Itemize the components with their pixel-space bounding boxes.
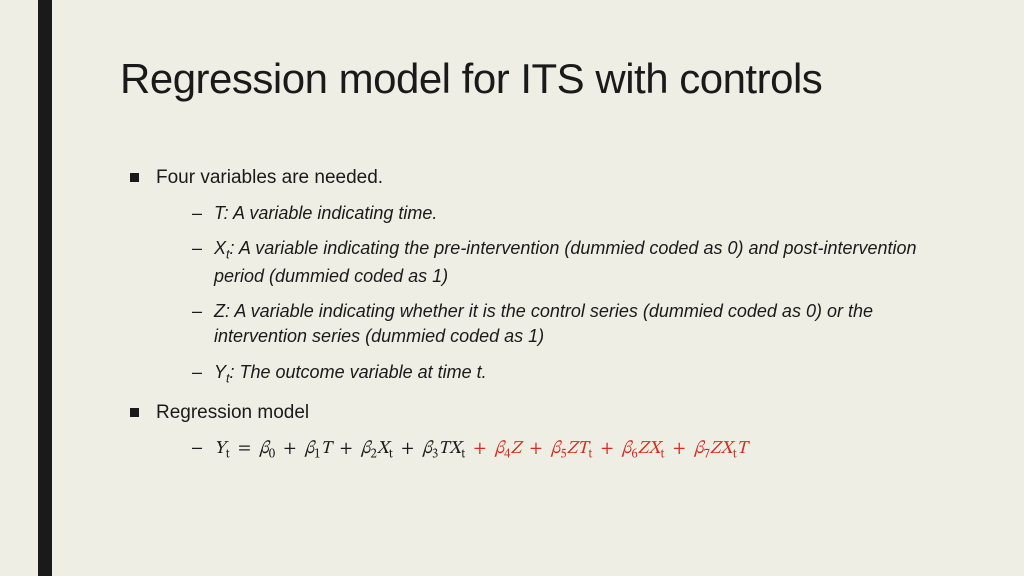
eq-Yt: t: [226, 449, 230, 462]
accent-bar: [38, 0, 52, 576]
eq-p2: +: [336, 440, 357, 458]
var-Xt-sym: X: [214, 238, 226, 258]
eq-p4: +: [469, 440, 490, 458]
eq-b3: β: [422, 440, 432, 458]
eq-Xt: t: [389, 449, 393, 462]
slide-content: Regression model for ITS with controls F…: [120, 55, 964, 477]
eq-p5: +: [526, 440, 547, 458]
var-Xt: Xt: A variable indicating the pre-interv…: [156, 236, 964, 289]
eq-p3: +: [397, 440, 418, 458]
bullet-label: Four variables are needed.: [156, 167, 383, 188]
regression-equation: Yt = β0 + β1T + β2Xt + β3TXt + β4Z +: [156, 435, 964, 465]
eq-b0: β: [259, 440, 269, 458]
var-T: T: A variable indicating time.: [156, 201, 964, 226]
eq-Z2: Z: [567, 440, 578, 458]
eq-X2: X: [449, 440, 461, 458]
eq-Xt3: t: [660, 449, 664, 462]
bullet-list: Four variables are needed. T: A variable…: [120, 165, 964, 465]
sub-list-model: Yt = β0 + β1T + β2Xt + β3TXt + β4Z +: [156, 435, 964, 465]
eq-b6: β: [622, 440, 632, 458]
eq-b5: β: [551, 440, 561, 458]
sub-list-variables: T: A variable indicating time. Xt: A var…: [156, 201, 964, 388]
eq-red-terms: + β4Z + β5ZTt + β6ZXt + β7ZXtT: [469, 440, 747, 458]
bullet-label: Regression model: [156, 402, 309, 423]
eq-Z4: Z: [710, 440, 721, 458]
eq-p6: +: [597, 440, 618, 458]
eq-X: X: [377, 440, 389, 458]
eq-Xt2: t: [461, 449, 465, 462]
var-Yt-sym: Y: [214, 362, 226, 382]
eq-X3: X: [648, 440, 660, 458]
eq-T4: T: [737, 440, 748, 458]
page-title: Regression model for ITS with controls: [120, 55, 964, 103]
eq-T: T: [321, 440, 332, 458]
var-Xt-desc: : A variable indicating the pre-interven…: [214, 238, 917, 286]
eq-equals: =: [234, 440, 255, 458]
eq-b7: β: [694, 440, 704, 458]
var-Z: Z: A variable indicating whether it is t…: [156, 299, 964, 349]
eq-T2: T: [438, 440, 449, 458]
eq-Y: Y: [214, 440, 226, 458]
eq-Z3: Z: [638, 440, 649, 458]
equation: Yt = β0 + β1T + β2Xt + β3TXt + β4Z +: [214, 440, 748, 458]
eq-Z: Z: [511, 440, 522, 458]
eq-b2: β: [361, 440, 371, 458]
eq-X4: X: [721, 440, 733, 458]
eq-T3: T: [577, 440, 588, 458]
bullet-variables: Four variables are needed. T: A variable…: [120, 165, 964, 388]
eq-p1: +: [279, 440, 300, 458]
eq-p7: +: [669, 440, 690, 458]
var-Yt-desc: : The outcome variable at time t.: [230, 362, 487, 382]
eq-b4: β: [495, 440, 505, 458]
eq-Tt: t: [588, 449, 592, 462]
var-Yt: Yt: The outcome variable at time t.: [156, 360, 964, 388]
eq-b1: β: [305, 440, 315, 458]
bullet-model: Regression model Yt = β0 + β1T + β2Xt + …: [120, 400, 964, 465]
eq-b0s: 0: [269, 449, 275, 462]
